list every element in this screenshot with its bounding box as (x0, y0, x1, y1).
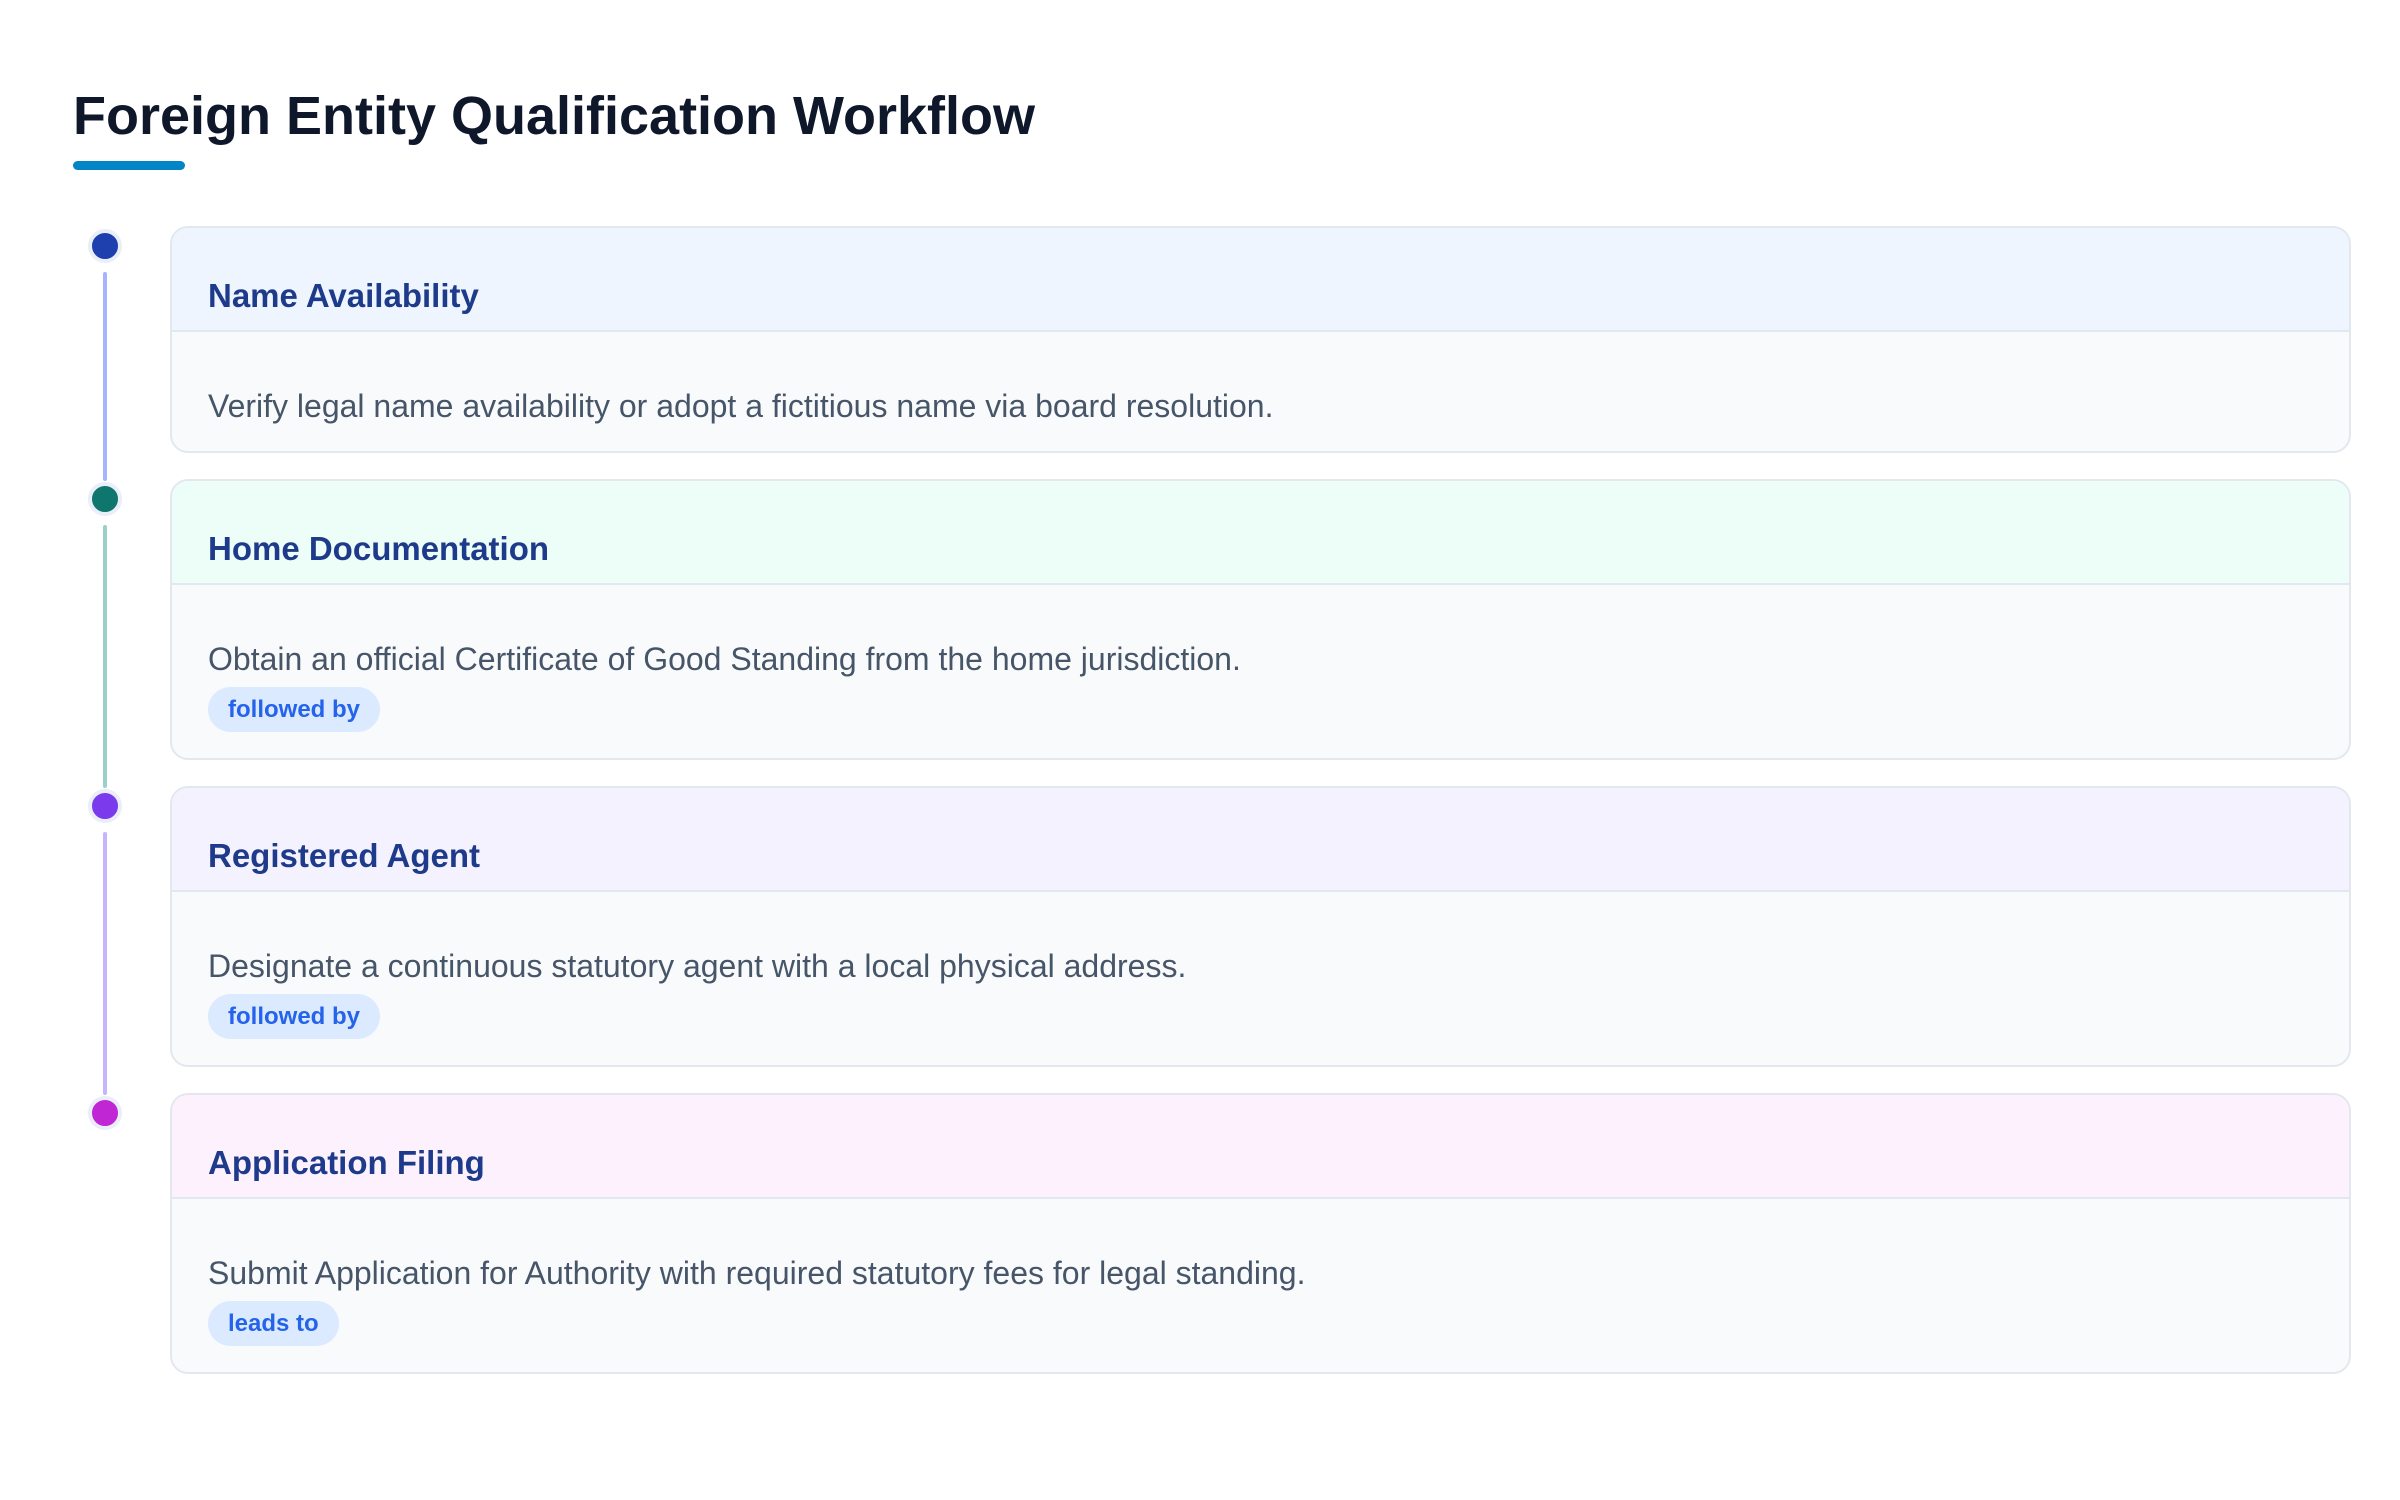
relation-badge: followed by (208, 994, 380, 1039)
timeline-connector (103, 525, 107, 788)
timeline-rail (73, 226, 135, 481)
step-card-header: Application Filing (172, 1095, 2349, 1199)
step-card: Registered Agent Designate a continuous … (170, 786, 2351, 1067)
timeline-connector (103, 272, 107, 481)
timeline-rail (73, 479, 135, 788)
step-card: Application Filing Submit Application fo… (170, 1093, 2351, 1374)
step-card-header: Home Documentation (172, 481, 2349, 585)
title-underline (73, 161, 185, 170)
step-title: Application Filing (208, 1144, 485, 1181)
timeline-dot (88, 1096, 122, 1130)
step-card: Name Availability Verify legal name avai… (170, 226, 2351, 453)
step-card: Home Documentation Obtain an official Ce… (170, 479, 2351, 760)
step-card-body: Obtain an official Certificate of Good S… (172, 585, 2349, 758)
page-title: Foreign Entity Qualification Workflow (73, 86, 1036, 146)
timeline-rail (73, 786, 135, 1095)
timeline-connector (103, 832, 107, 1095)
workflow-step-4: Application Filing Submit Application fo… (73, 1093, 2351, 1374)
step-card-body: Designate a continuous statutory agent w… (172, 892, 2349, 1065)
relation-badge: followed by (208, 687, 380, 732)
workflow-page: Foreign Entity Qualification Workflow Na… (73, 84, 2351, 1374)
workflow-step-1: Name Availability Verify legal name avai… (73, 226, 2351, 481)
timeline-rail (73, 1093, 135, 1374)
timeline-dot (88, 789, 122, 823)
step-description: Designate a continuous statutory agent w… (208, 948, 1187, 984)
step-title: Name Availability (208, 277, 479, 314)
step-description: Submit Application for Authority with re… (208, 1255, 1306, 1291)
workflow-steps: Name Availability Verify legal name avai… (73, 226, 2351, 1400)
step-card-header: Registered Agent (172, 788, 2349, 892)
workflow-step-2: Home Documentation Obtain an official Ce… (73, 479, 2351, 788)
timeline-dot (88, 229, 122, 263)
step-description: Verify legal name availability or adopt … (208, 388, 1274, 424)
step-description: Obtain an official Certificate of Good S… (208, 641, 1241, 677)
step-card-header: Name Availability (172, 228, 2349, 332)
step-title: Registered Agent (208, 837, 480, 874)
step-card-body: Verify legal name availability or adopt … (172, 332, 2349, 451)
step-card-body: Submit Application for Authority with re… (172, 1199, 2349, 1372)
relation-badge: leads to (208, 1301, 339, 1346)
timeline-dot (88, 482, 122, 516)
step-title: Home Documentation (208, 530, 550, 567)
workflow-step-3: Registered Agent Designate a continuous … (73, 786, 2351, 1095)
